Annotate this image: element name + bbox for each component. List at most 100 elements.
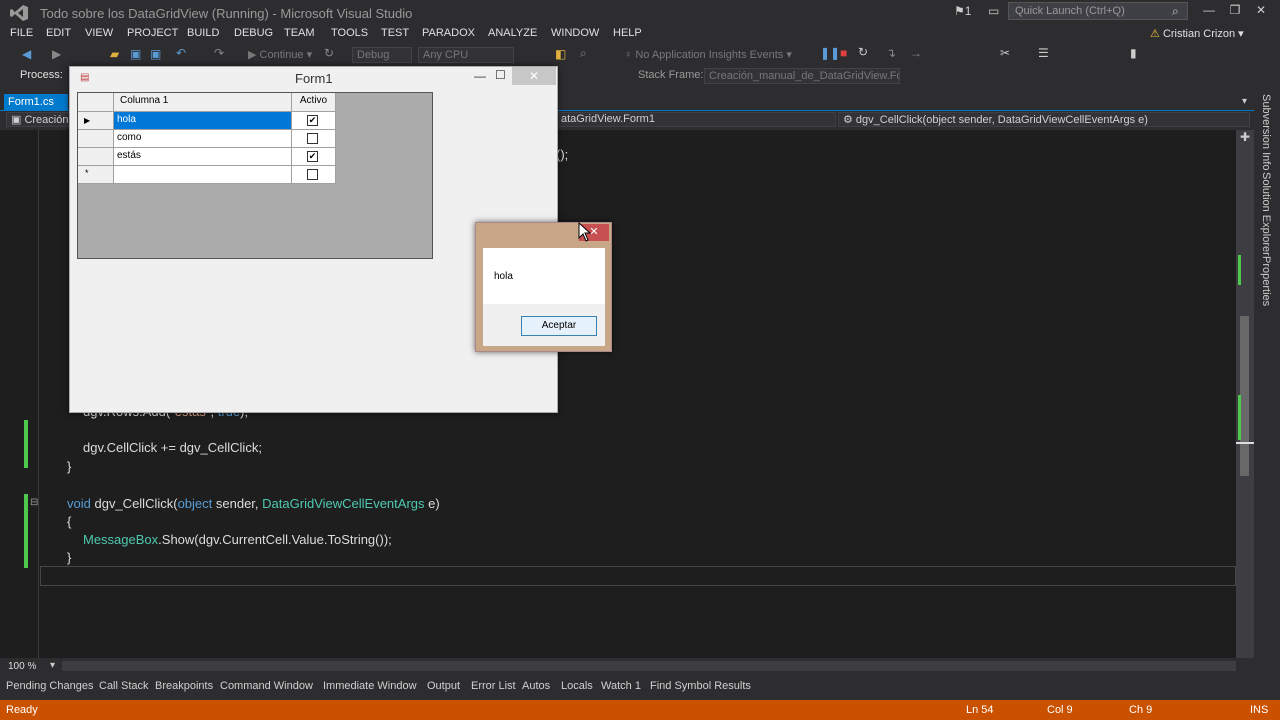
save-icon[interactable]: ▣ — [130, 47, 141, 61]
column-header-activo[interactable]: Activo — [292, 93, 336, 112]
menu-help[interactable]: HELP — [613, 27, 642, 39]
form1-title: Form1 — [295, 71, 333, 86]
tab-form1-cs[interactable]: Form1.cs ⊓ — [4, 94, 68, 121]
data-grid-view[interactable]: Columna 1 Activo ▶ hola ✔ como estás ✔ * — [77, 92, 433, 259]
status-line: Ln 54 — [966, 704, 994, 716]
row-header[interactable] — [78, 148, 114, 166]
menu-file[interactable]: FILE — [10, 27, 33, 39]
find-icon[interactable]: ⌕ — [580, 46, 587, 61]
restart-icon[interactable]: ↻ — [858, 45, 868, 59]
grid-cell-checkbox[interactable]: ✔ — [292, 148, 336, 166]
checkbox-unchecked[interactable] — [307, 133, 318, 144]
checkbox-checked[interactable]: ✔ — [307, 151, 318, 162]
redo-icon[interactable]: ↷ — [214, 46, 224, 60]
form1-title-bar[interactable]: ▤ Form1 — ☐ ✕ — [70, 67, 557, 91]
menu-edit[interactable]: EDIT — [46, 27, 71, 39]
tab-properties[interactable]: Properties — [1260, 256, 1272, 306]
tab-immediate-window[interactable]: Immediate Window — [323, 680, 417, 692]
tab-autos[interactable]: Autos — [522, 680, 550, 692]
pause-icon[interactable]: ❚❚ — [820, 46, 840, 60]
scroll-split-icon[interactable]: ✚ — [1240, 130, 1250, 144]
form1-close-button[interactable]: ✕ — [512, 67, 556, 85]
configuration-dropdown[interactable]: Debug — [352, 47, 412, 63]
menu-build[interactable]: BUILD — [187, 27, 219, 39]
grid-cell-text[interactable]: estás — [114, 148, 292, 166]
browser-icon[interactable]: ◧ — [555, 47, 566, 61]
maximize-button[interactable]: ❐ — [1224, 3, 1246, 21]
grid-cell-text[interactable] — [114, 166, 292, 184]
tab-subversion-info[interactable]: Subversion Info — [1260, 94, 1272, 170]
menu-test[interactable]: TEST — [381, 27, 409, 39]
stop-icon[interactable]: ■ — [840, 46, 847, 60]
grid-cell-checkbox[interactable] — [292, 166, 336, 184]
menu-project[interactable]: PROJECT — [127, 27, 178, 39]
grid-cell-checkbox[interactable]: ✔ — [292, 112, 336, 130]
save-all-icon[interactable]: ▣ — [150, 47, 161, 61]
feedback-icon[interactable]: ▭ — [988, 4, 999, 18]
tab-overflow-icon[interactable]: ▾ — [1242, 96, 1247, 107]
code-line: dgv.CellClick += dgv_CellClick; — [83, 440, 262, 455]
row-header[interactable]: * — [78, 166, 114, 184]
accept-button[interactable]: Aceptar — [521, 316, 597, 336]
application-insights-dropdown[interactable]: ♀ No Application Insights Events ▾ — [624, 48, 792, 61]
column-header-columna-1[interactable]: Columna 1 — [114, 93, 292, 112]
tab-find-symbol-results[interactable]: Find Symbol Results — [650, 680, 751, 692]
editor-horizontal-scrollbar[interactable] — [62, 661, 1236, 671]
tab-call-stack[interactable]: Call Stack — [99, 680, 149, 692]
search-icon: ⌕ — [1172, 4, 1179, 18]
checkbox-checked[interactable]: ✔ — [307, 115, 318, 126]
message-box-body: hola — [483, 248, 605, 304]
tab-solution-explorer[interactable]: Solution Explorer — [1260, 172, 1272, 256]
row-header[interactable] — [78, 130, 114, 148]
platform-dropdown[interactable]: Any CPU — [418, 47, 514, 63]
row-header[interactable]: ▶ — [78, 112, 114, 130]
forward-icon[interactable]: ▶ — [52, 47, 61, 61]
hex-icon[interactable]: ✂ — [1000, 46, 1010, 60]
menu-analyze[interactable]: ANALYZE — [488, 27, 537, 39]
refresh-icon[interactable]: ↻ — [324, 46, 334, 60]
tab-watch-1[interactable]: Watch 1 — [601, 680, 641, 692]
quick-launch-input[interactable]: Quick Launch (Ctrl+Q) — [1008, 2, 1188, 20]
checkbox-unchecked[interactable] — [307, 169, 318, 180]
menu-view[interactable]: VIEW — [85, 27, 113, 39]
menu-debug[interactable]: DEBUG — [234, 27, 273, 39]
grid-cell-checkbox[interactable] — [292, 130, 336, 148]
tab-command-window[interactable]: Command Window — [220, 680, 313, 692]
back-icon[interactable]: ◀ — [22, 47, 31, 61]
tab-error-list[interactable]: Error List — [471, 680, 516, 692]
undo-icon[interactable]: ↶ — [176, 46, 186, 60]
step-into-icon[interactable]: ↴ — [886, 46, 896, 60]
zoom-dropdown-icon[interactable]: ▾ — [50, 660, 55, 671]
continue-button[interactable]: ▶ Continue ▾ — [248, 48, 312, 61]
open-file-icon[interactable]: ▰ — [110, 47, 119, 61]
grid-corner-header[interactable] — [78, 93, 114, 112]
minimize-button[interactable]: — — [1198, 3, 1220, 21]
form1-maximize-button[interactable]: ☐ — [495, 68, 506, 82]
menu-window[interactable]: WINDOW — [551, 27, 599, 39]
user-account[interactable]: ⚠ Cristian Crizon ▾ — [1150, 27, 1244, 40]
notifications-icon[interactable]: ⚑1 — [954, 4, 971, 18]
menu-tools[interactable]: TOOLS — [331, 27, 368, 39]
grid-cell-text[interactable]: hola — [114, 112, 292, 130]
tab-locals[interactable]: Locals — [561, 680, 593, 692]
close-button[interactable]: ✕ — [1250, 3, 1272, 21]
menu-paradox[interactable]: PARADOX — [422, 27, 475, 39]
step-over-icon[interactable]: → — [910, 46, 922, 60]
tab-output[interactable]: Output — [427, 680, 460, 692]
code-line: } — [67, 550, 72, 565]
tab-pending-changes[interactable]: Pending Changes — [6, 680, 93, 692]
menu-team[interactable]: TEAM — [284, 27, 315, 39]
stack-frame-dropdown[interactable]: Creación_manual_de_DataGridView.Form — [704, 68, 900, 84]
editor-vertical-scrollbar[interactable]: ✚ — [1236, 130, 1254, 658]
grid-cell-text[interactable]: como — [114, 130, 292, 148]
member-dropdown[interactable]: ⚙ dgv_CellClick(object sender, DataGridV… — [838, 112, 1250, 127]
form1-minimize-button[interactable]: — — [474, 69, 486, 83]
bookmark-icon[interactable]: ▮ — [1130, 46, 1137, 60]
zoom-level[interactable]: 100 % — [8, 661, 36, 672]
layout-icon[interactable]: ☰ — [1038, 46, 1049, 60]
collapse-icon[interactable]: ⊟ — [30, 497, 38, 508]
scrollbar-thumb[interactable] — [1240, 316, 1249, 476]
project-dropdown[interactable]: ▣ Creación — [6, 112, 70, 127]
tab-breakpoints[interactable]: Breakpoints — [155, 680, 213, 692]
class-dropdown[interactable]: ataGridView.Form1 — [556, 112, 836, 127]
